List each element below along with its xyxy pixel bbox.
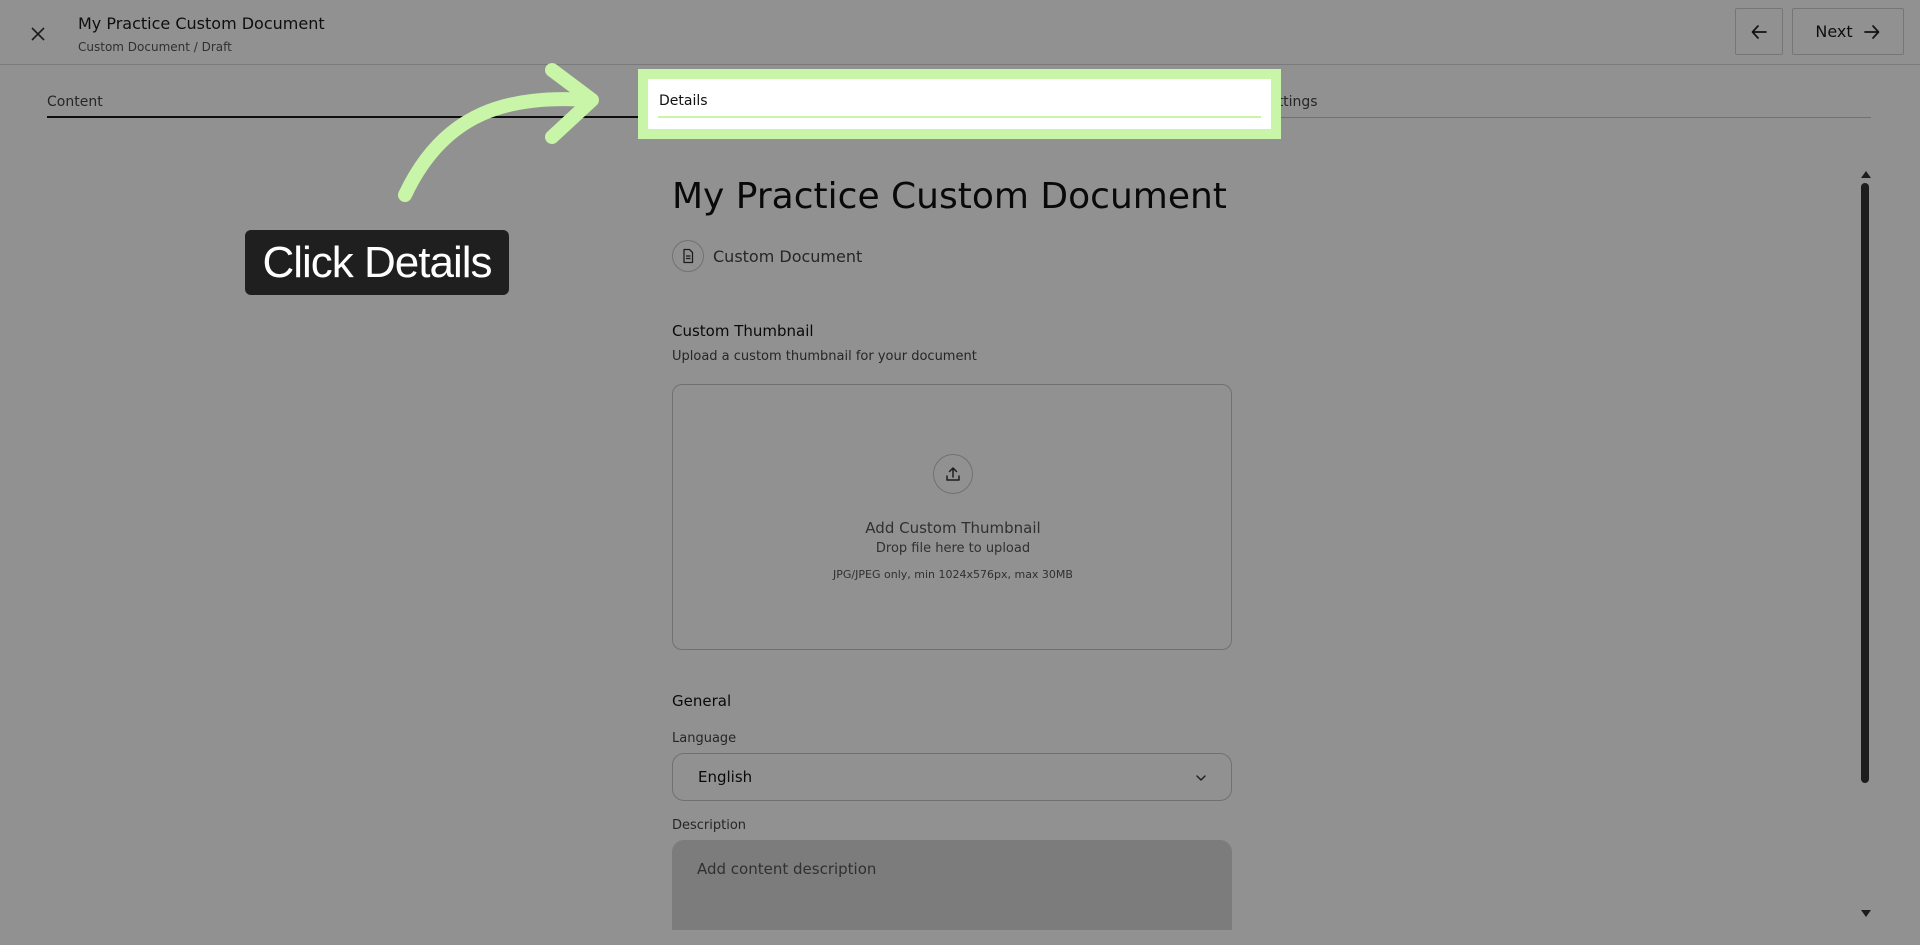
tab-content[interactable]: Content xyxy=(47,94,103,110)
upload-icon xyxy=(946,467,960,481)
next-button[interactable]: Next xyxy=(1792,8,1904,55)
general-heading: General xyxy=(672,692,732,710)
language-select-value: English xyxy=(698,768,753,786)
upload-button[interactable] xyxy=(933,454,973,494)
top-header: My Practice Custom Document Custom Docum… xyxy=(0,0,1920,65)
thumbnail-subheading: Upload a custom thumbnail for your docum… xyxy=(672,349,977,364)
dropzone-title: Add Custom Thumbnail xyxy=(865,519,1041,537)
dropzone-subtitle: Drop file here to upload xyxy=(875,541,1031,556)
thumbnail-heading: Custom Thumbnail xyxy=(672,322,814,340)
arrow-left-icon xyxy=(1751,24,1767,39)
breadcrumb: Custom Document / Draft xyxy=(78,40,232,54)
document-icon xyxy=(683,248,694,264)
document-title: My Practice Custom Document xyxy=(78,14,325,33)
description-field[interactable] xyxy=(672,840,1232,930)
next-button-label: Next xyxy=(1815,22,1853,41)
scrollbar-thumb[interactable] xyxy=(1861,183,1869,783)
scroll-up-arrow[interactable] xyxy=(1861,171,1871,178)
chevron-down-icon xyxy=(1196,775,1206,781)
instruction-callout-text: Click Details xyxy=(262,237,492,287)
dropzone-hint: JPG/JPEG only, min 1024x576px, max 30MB xyxy=(833,568,1073,581)
tab-content-active-indicator xyxy=(47,116,650,118)
language-label: Language xyxy=(672,731,737,746)
thumbnail-dropzone[interactable]: Add Custom Thumbnail Drop file here to u… xyxy=(672,384,1232,650)
description-label: Description xyxy=(672,818,747,833)
tab-details-underline xyxy=(658,116,1261,118)
arrow-right-icon xyxy=(1863,24,1879,39)
document-type-badge xyxy=(672,240,704,272)
close-button[interactable] xyxy=(24,20,52,48)
back-button[interactable] xyxy=(1735,8,1783,55)
page-title: My Practice Custom Document xyxy=(672,176,1227,217)
tab-details[interactable]: Details xyxy=(638,69,1281,139)
close-icon xyxy=(31,27,45,41)
instruction-callout: Click Details xyxy=(245,230,509,295)
document-type-label: Custom Document xyxy=(713,247,863,266)
tab-details-label: Details xyxy=(659,93,708,109)
language-select[interactable]: English xyxy=(672,753,1232,801)
scroll-down-arrow[interactable] xyxy=(1861,910,1871,917)
